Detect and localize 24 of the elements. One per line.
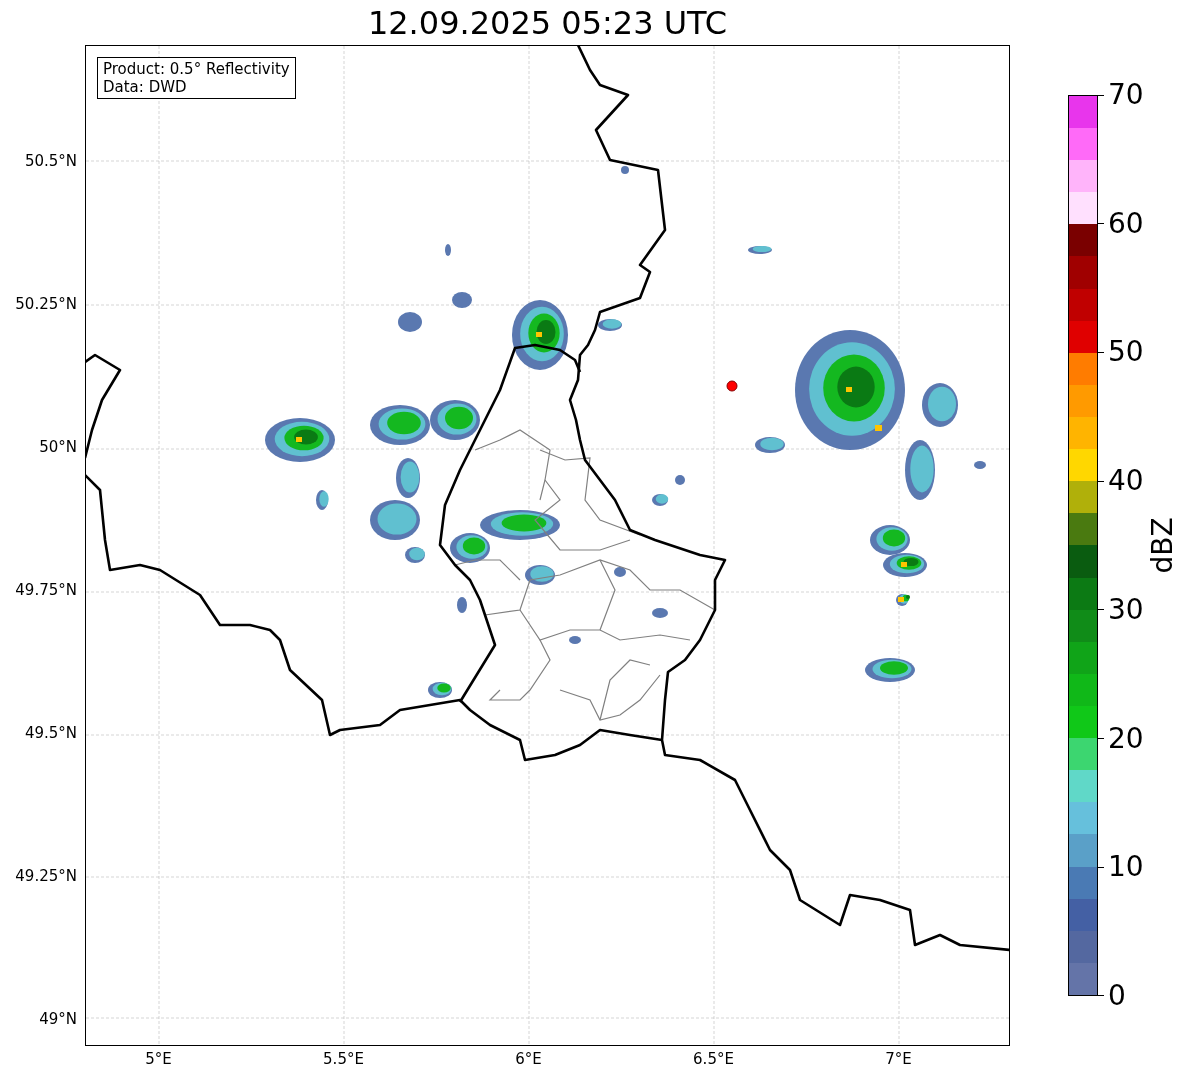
colorbar-tick-label: 60 — [1108, 209, 1144, 238]
latitude-label: 49.5°N — [23, 722, 78, 744]
latitude-label: 49.75°N — [14, 579, 78, 601]
colorbar-tick-label: 10 — [1108, 853, 1144, 882]
chart-title: 12.09.2025 05:23 UTC — [367, 2, 728, 43]
colorbar-tick-label: 0 — [1108, 981, 1126, 1010]
longitude-label: 5°E — [144, 1050, 173, 1068]
info-text: Data: DWD — [103, 78, 188, 96]
colorbar-tick-label: 30 — [1108, 595, 1144, 624]
latitude-label: 49°N — [38, 1008, 78, 1030]
colorbar-tick-label: 20 — [1108, 724, 1144, 753]
latitude-label: 50.25°N — [14, 293, 78, 315]
longitude-label: 5.5°E — [322, 1050, 365, 1068]
info-text: Product: 0.5° Reflectivity — [103, 60, 290, 78]
longitude-label: 6.5°E — [692, 1050, 735, 1068]
longitude-label: 7°E — [884, 1050, 913, 1068]
colorbar-tick-label: 40 — [1108, 467, 1144, 496]
longitude-label: 6°E — [514, 1050, 543, 1068]
colorbar-tick-label: 70 — [1108, 81, 1144, 109]
colorbar-tick-label: 50 — [1108, 338, 1144, 367]
latitude-label: 50.5°N — [23, 150, 78, 172]
latitude-label: 49.25°N — [14, 865, 78, 887]
colorbar-label: dBZ — [1145, 517, 1179, 574]
latitude-label: 50°N — [38, 436, 78, 458]
